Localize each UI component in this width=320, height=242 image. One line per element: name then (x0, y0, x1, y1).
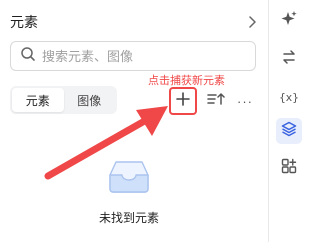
sort-icon (207, 92, 225, 111)
chevron-right-icon[interactable] (244, 14, 260, 30)
more-icon: ··· (237, 93, 253, 109)
add-element-button[interactable] (169, 87, 197, 115)
search-icon (20, 46, 36, 67)
panel-title: 元素 (10, 14, 38, 30)
rail-ai-button[interactable] (276, 8, 302, 34)
sort-button[interactable] (205, 90, 227, 112)
sparkle-icon (280, 10, 298, 33)
swap-icon (281, 49, 297, 70)
right-toolbar: {x} (268, 0, 307, 242)
empty-state-text: 未找到元素 (98, 211, 159, 225)
variable-icon: {x} (279, 90, 299, 104)
capture-hint-text: 点击捕获新元素 (148, 75, 225, 87)
app-window: 元素 元素 图像 点击捕获新元素 (0, 0, 307, 242)
empty-inbox-icon (109, 161, 149, 193)
search-input[interactable] (42, 48, 242, 64)
rail-swap-button[interactable] (276, 46, 302, 72)
grid-plus-icon (281, 158, 297, 179)
elements-panel: 元素 元素 图像 点击捕获新元素 (0, 0, 268, 242)
layers-icon (281, 121, 297, 142)
rail-variables-button[interactable]: {x} (276, 84, 302, 110)
more-button[interactable]: ··· (234, 90, 256, 112)
panel-header: 元素 (10, 12, 260, 32)
rail-layers-button[interactable] (276, 118, 302, 144)
rail-widgets-button[interactable] (276, 155, 302, 181)
search-box[interactable] (10, 41, 256, 71)
plus-icon (176, 91, 190, 111)
